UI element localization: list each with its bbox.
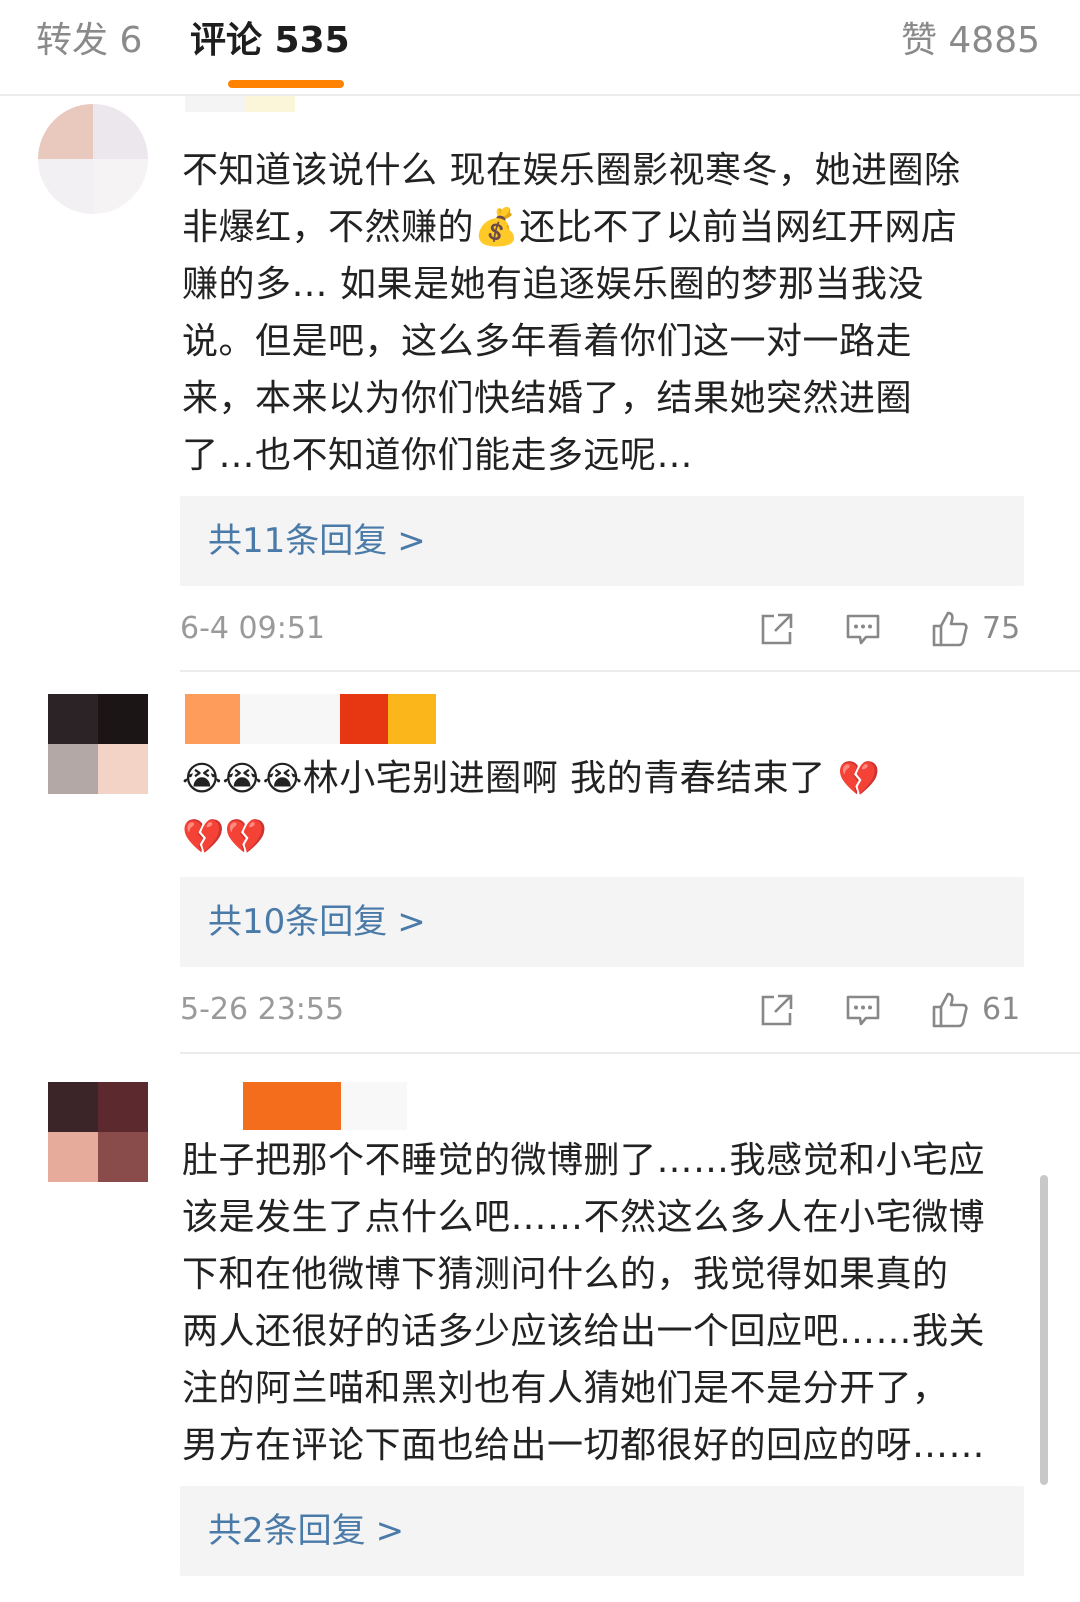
crying-face-emoji-icon: 😭😭😭 [182, 759, 303, 799]
replies-button[interactable]: 共10条回复 > [180, 877, 1024, 967]
comment-icon [846, 995, 880, 1026]
timestamp: 6-4 09:51 [180, 611, 325, 646]
tab-bar: 转发 6 评论 535 赞 4885 [0, 0, 1080, 96]
username[interactable] [185, 694, 436, 744]
timestamp: 5-26 23:55 [180, 992, 345, 1027]
username[interactable] [185, 96, 295, 112]
comment-text: 不知道该说什么 现在娱乐圈影视寒冬，她进圈除 非爆红，不然赚的💰还比不了以前当网… [182, 150, 961, 476]
comment-divider [180, 1052, 1080, 1054]
reply-button[interactable] [844, 985, 882, 1035]
avatar[interactable] [38, 104, 148, 214]
share-button[interactable] [758, 985, 796, 1035]
comment-divider [180, 670, 1080, 672]
share-icon [761, 613, 793, 645]
tab-comments[interactable]: 评论 535 [190, 14, 350, 68]
replies-button[interactable]: 共2条回复 > [180, 1486, 1024, 1576]
share-button[interactable] [758, 604, 796, 654]
like-count: 75 [982, 611, 1021, 646]
comment-text-body: 林小宅别进圈啊 我的青春结束了 [302, 758, 826, 799]
reply-button[interactable] [844, 604, 882, 654]
like-count: 61 [982, 992, 1021, 1027]
avatar[interactable] [48, 694, 148, 794]
replies-button[interactable]: 共11条回复 > [180, 496, 1024, 586]
comment-meta: 5-26 23:55 61 [180, 985, 1024, 1035]
comment-text: 😭😭😭林小宅别进圈啊 我的青春结束了 💔 💔💔 [182, 750, 1040, 866]
chevron-right-icon: > [397, 902, 426, 942]
chevron-right-icon: > [375, 1511, 405, 1551]
active-tab-indicator [228, 80, 344, 88]
tab-likes[interactable]: 赞 4885 [901, 14, 1040, 68]
chevron-right-icon: > [397, 521, 426, 561]
like-button[interactable]: 75 [930, 604, 1020, 654]
comment-page: 转发 6 评论 535 赞 4885 不知道该说什么 现在娱乐圈影视寒冬，她进圈… [0, 0, 1080, 1602]
scrollbar[interactable] [1040, 1175, 1048, 1485]
replies-count-label: 共11条回复 [208, 521, 388, 561]
tab-reposts[interactable]: 转发 6 [36, 14, 142, 68]
share-icon [761, 994, 793, 1026]
thumbs-up-icon [932, 611, 968, 647]
like-button[interactable]: 61 [930, 985, 1020, 1035]
comment-text: 肚子把那个不睡觉的微博删了……我感觉和小宅应 该是发生了点什么吧……不然这么多人… [182, 1140, 986, 1466]
thumbs-up-icon [932, 992, 968, 1028]
comment-meta: 6-4 09:51 75 [180, 604, 1024, 654]
replies-count-label: 共2条回复 [208, 1511, 366, 1551]
avatar[interactable] [48, 1082, 148, 1182]
comment-icon [846, 614, 880, 645]
replies-count-label: 共10条回复 [208, 902, 388, 942]
username[interactable] [185, 1082, 407, 1130]
